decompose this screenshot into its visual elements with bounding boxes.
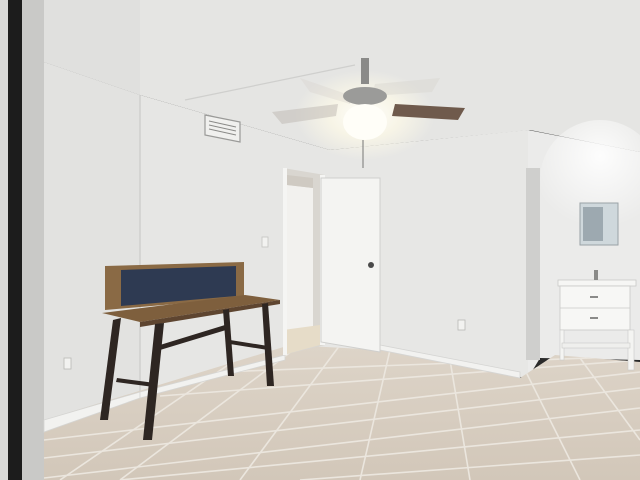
- left-wall: [44, 62, 140, 420]
- open-door: [320, 177, 381, 353]
- door-knob: [368, 262, 374, 268]
- wall-outlet: [457, 319, 466, 331]
- left-door-edge: [8, 0, 22, 480]
- room-photo: [0, 0, 640, 480]
- room-illustration: [0, 0, 640, 480]
- bathroom-door-jamb: [526, 168, 540, 360]
- wall-outlet-left: [63, 357, 72, 370]
- faucet: [594, 270, 598, 280]
- light-switch: [261, 236, 269, 248]
- fan-light: [343, 104, 387, 140]
- hallway-doorway: [283, 168, 325, 355]
